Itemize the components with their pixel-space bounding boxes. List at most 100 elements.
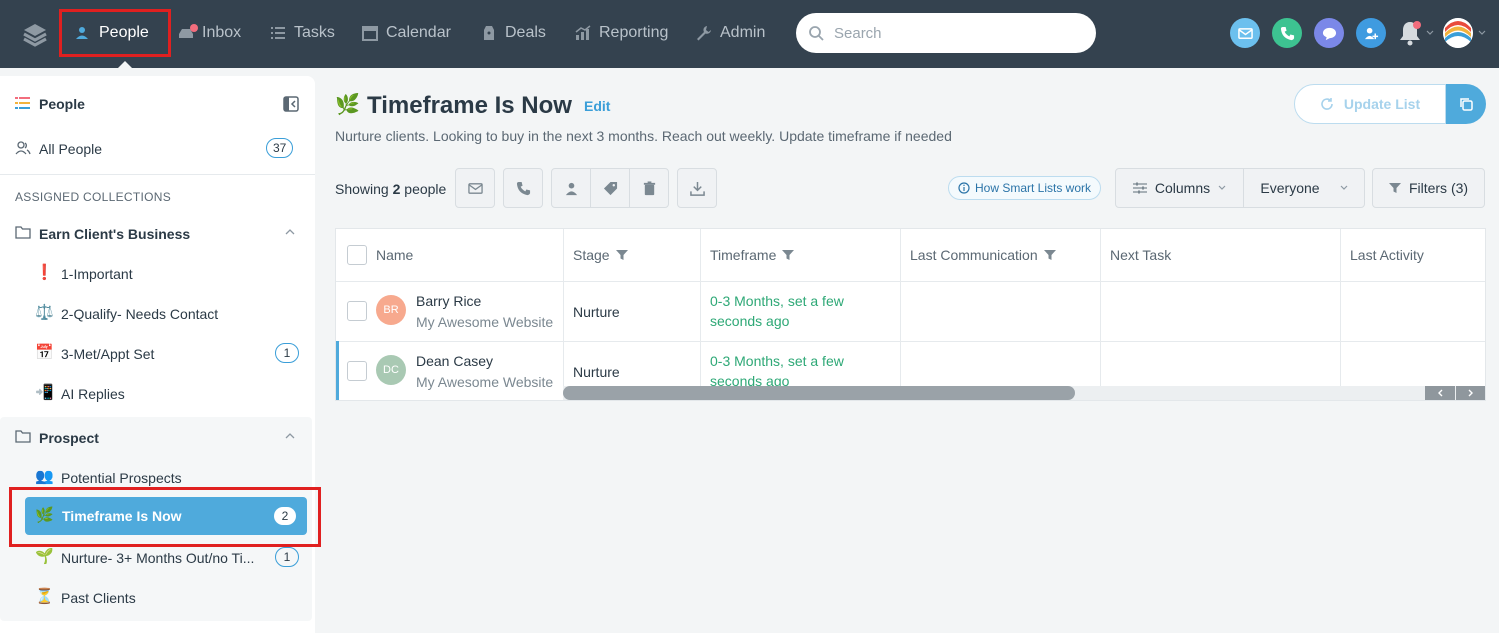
chevron-up-icon[interactable] [285,432,295,440]
bulk-delete-button[interactable] [629,168,669,208]
brand-logo-icon [1443,18,1473,48]
columns-button[interactable]: Columns [1115,168,1244,208]
select-all-checkbox[interactable] [347,245,367,265]
everyone-label: Everyone [1260,180,1320,196]
sidebar-header: People [0,94,315,114]
sidebar-item-qualify[interactable]: ⚖️ 2-Qualify- Needs Contact [0,302,315,324]
calendar-emoji-icon: 📅 [35,344,54,361]
column-divider [1100,229,1101,400]
envelope-icon [1237,27,1253,39]
chevron-down-icon[interactable] [1478,29,1486,37]
nav-inbox[interactable]: Inbox [178,0,241,66]
sidebar-item-label: Past Clients [61,590,136,606]
chevron-down-icon [1218,185,1226,190]
tag-icon [603,181,617,195]
filter-icon[interactable] [782,249,795,261]
filters-button[interactable]: Filters (3) [1372,168,1485,208]
scroll-right-button[interactable] [1456,386,1485,400]
sidebar-item-met-appt-set[interactable]: 📅 3-Met/Appt Set 1 [0,342,315,364]
stage-value[interactable]: Nurture [573,304,620,320]
main-content: 🌿 Timeframe Is Now Edit Nurture clients.… [315,68,1499,633]
sidebar-item-past-clients[interactable]: ⏳ Past Clients [0,586,315,608]
column-header-next-task[interactable]: Next Task [1110,229,1171,281]
sidebar-item-potential-prospects[interactable]: 👥 Potential Prospects [0,466,315,488]
sidebar-item-important[interactable]: ❗ 1-Important [0,262,315,284]
timeframe-value[interactable]: 0-3 Months, set a few seconds ago [710,351,870,391]
app-logo-icon[interactable] [22,21,48,47]
sidebar-item-label: 3-Met/Appt Set [61,346,155,362]
chevron-down-icon [1340,185,1348,190]
list-icon [271,27,285,39]
copy-list-button[interactable] [1446,84,1486,124]
avatar[interactable]: BR [376,295,406,325]
nav-tasks-label: Tasks [294,24,335,41]
person-icon [565,182,577,195]
export-button[interactable] [677,168,717,208]
chevron-up-icon[interactable] [285,228,295,236]
nav-reporting[interactable]: Reporting [575,0,668,66]
column-header-timeframe[interactable]: Timeframe [710,229,795,281]
column-header-name[interactable]: Name [376,229,413,281]
email-action-button[interactable] [1230,18,1260,48]
person-name[interactable]: Barry Rice [416,293,481,309]
envelope-icon [467,182,483,194]
header-label: Last Activity [1350,247,1424,263]
search-box[interactable] [796,13,1096,53]
timeframe-highlight-box [9,487,321,547]
sidebar-item-label: 2-Qualify- Needs Contact [61,306,219,322]
call-action-button[interactable] [1272,18,1302,48]
nav-calendar[interactable]: Calendar [362,0,451,66]
person-name[interactable]: Dean Casey [416,353,493,369]
sidebar-item-ai-replies[interactable]: 📲 AI Replies [0,382,315,404]
nav-tasks[interactable]: Tasks [270,0,335,66]
nav-deals[interactable]: Deals [481,0,546,66]
phone-icon [516,181,530,195]
assign-agent-button[interactable] [551,168,591,208]
column-header-last-activity[interactable]: Last Activity [1350,229,1424,281]
filter-icon[interactable] [615,249,628,261]
add-person-action-button[interactable] [1356,18,1386,48]
sidebar-item-nurture[interactable]: 🌱 Nurture- 3+ Months Out/no Ti... 1 [0,546,315,568]
row-divider [336,341,1485,342]
chevron-down-icon[interactable] [1426,29,1434,37]
phone-icon [1280,26,1294,40]
bulk-email-button[interactable] [455,168,495,208]
download-icon [689,181,705,196]
list-description: Nurture clients. Looking to buy in the n… [335,128,952,144]
everyone-dropdown[interactable]: Everyone [1243,168,1365,208]
column-header-stage[interactable]: Stage [573,229,628,281]
message-action-button[interactable] [1314,18,1344,48]
timeframe-value[interactable]: 0-3 Months, set a few seconds ago [710,291,870,331]
edit-link[interactable]: Edit [584,98,610,114]
filters-label: Filters (3) [1408,180,1469,196]
row-checkbox[interactable] [347,301,367,321]
count-badge: 1 [275,343,299,363]
scroll-left-button[interactable] [1425,386,1455,400]
group-earn-clients-business[interactable]: Earn Client's Business [0,222,315,244]
sidebar-item-all-people[interactable]: All People 37 [0,136,315,160]
people-icon [15,141,31,155]
bulk-call-button[interactable] [503,168,543,208]
inbox-notification-dot [190,24,198,32]
brand-avatar[interactable] [1443,18,1473,48]
active-nav-caret [118,61,132,68]
top-navigation-bar: People Inbox Tasks Calendar Deals Report… [0,0,1499,68]
bulk-tag-button[interactable] [590,168,630,208]
seedling-icon: 🌱 [35,548,54,565]
nav-admin[interactable]: Admin [696,0,765,66]
showing-number: 2 [392,181,401,197]
update-list-button[interactable]: Update List [1294,84,1446,124]
avatar[interactable]: DC [376,355,406,385]
how-smart-lists-work-link[interactable]: How Smart Lists work [948,176,1102,200]
column-header-last-communication[interactable]: Last Communication [910,229,1056,281]
search-input[interactable] [834,24,1074,42]
filter-icon[interactable] [1043,249,1056,261]
horizontal-scrollbar-thumb[interactable] [563,386,1075,400]
group-label: Earn Client's Business [39,226,191,242]
group-prospect[interactable]: Prospect [0,426,315,448]
collapse-sidebar-icon[interactable] [283,96,299,112]
row-checkbox[interactable] [347,361,367,381]
sidebar-divider [0,174,315,175]
chat-bubble-icon [1322,27,1336,40]
stage-value[interactable]: Nurture [573,364,620,380]
